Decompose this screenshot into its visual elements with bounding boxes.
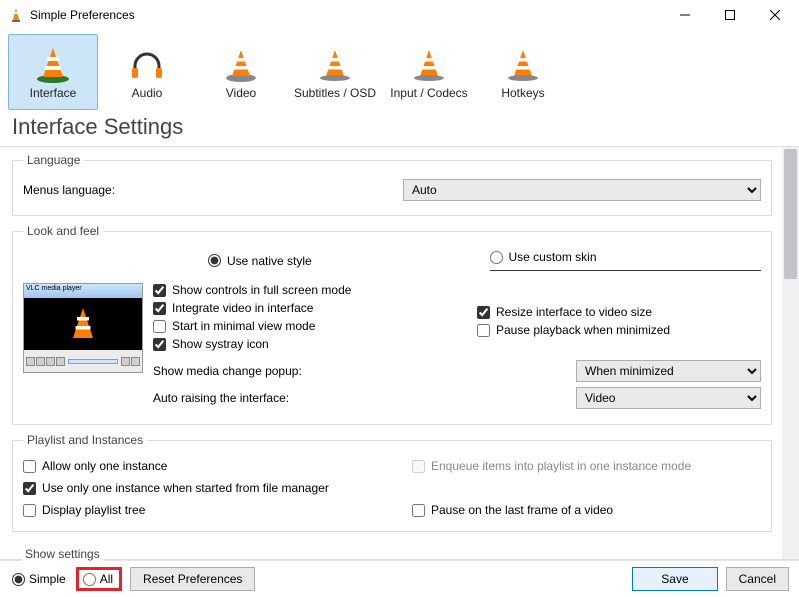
titlebar: Simple Preferences (0, 0, 799, 30)
reset-button[interactable]: Reset Preferences (130, 567, 255, 591)
tab-subtitles[interactable]: Subtitles / OSD (290, 34, 380, 110)
chk-resize[interactable]: Resize interface to video size (477, 305, 761, 319)
close-button[interactable] (752, 1, 797, 29)
save-button[interactable]: Save (632, 567, 717, 591)
auto-raise-select[interactable]: Video (576, 387, 761, 409)
chk-pause-min[interactable]: Pause playback when minimized (477, 323, 761, 337)
auto-raise-label: Auto raising the interface: (153, 391, 576, 405)
media-change-select[interactable]: When minimized (576, 360, 761, 382)
group-playlist: Playlist and Instances Allow only one in… (12, 433, 772, 532)
chk-minimal[interactable]: Start in minimal view mode (153, 319, 437, 333)
page-title: Interface Settings (0, 110, 799, 146)
cone-icon (221, 44, 261, 84)
settings-pane: Language Menus language: Auto Look and f… (0, 147, 782, 559)
tab-interface[interactable]: Interface (8, 34, 98, 110)
cone-icon (33, 44, 73, 84)
tab-label: Hotkeys (501, 86, 544, 100)
chk-enqueue: Enqueue items into playlist in one insta… (412, 459, 761, 473)
menus-language-label: Menus language: (23, 183, 403, 197)
chk-one-instance[interactable]: Allow only one instance (23, 459, 372, 473)
tab-input-codecs[interactable]: Input / Codecs (384, 34, 474, 110)
legend-language: Language (23, 153, 84, 167)
highlight-all: All (76, 567, 122, 591)
cone-icon (503, 44, 543, 84)
menus-language-select[interactable]: Auto (403, 179, 761, 201)
media-change-label: Show media change popup: (153, 364, 576, 378)
vertical-scrollbar[interactable] (782, 147, 799, 559)
show-settings-label: Show settings (22, 547, 103, 561)
radio-native-input[interactable] (208, 254, 221, 267)
legend-playlist: Playlist and Instances (23, 433, 147, 447)
footer: Simple All Reset Preferences Save Cancel (0, 560, 799, 597)
radio-all[interactable]: All (83, 572, 113, 586)
chk-filemgr[interactable]: Use only one instance when started from … (23, 481, 761, 495)
window-title: Simple Preferences (30, 8, 662, 22)
scrollbar-thumb[interactable] (784, 149, 797, 279)
preview-title: VLC media player (24, 284, 142, 298)
preview-body (24, 298, 142, 350)
tab-hotkeys[interactable]: Hotkeys (478, 34, 568, 110)
category-toolbar: Interface Audio Video Subtitles / OSD In… (0, 30, 799, 110)
tab-label: Interface (30, 86, 77, 100)
minimize-button[interactable] (662, 1, 707, 29)
group-language: Language Menus language: Auto (12, 153, 772, 216)
cone-icon (409, 44, 449, 84)
app-icon (8, 7, 24, 23)
tab-audio[interactable]: Audio (102, 34, 192, 110)
headphones-icon (127, 44, 167, 84)
cancel-button[interactable]: Cancel (726, 567, 789, 591)
radio-simple[interactable]: Simple (12, 572, 66, 586)
radio-native[interactable]: Use native style (208, 250, 480, 271)
legend-look: Look and feel (23, 224, 103, 238)
chk-systray[interactable]: Show systray icon (153, 337, 437, 351)
cone-icon (315, 44, 355, 84)
chk-pause-last[interactable]: Pause on the last frame of a video (412, 503, 761, 517)
tab-video[interactable]: Video (196, 34, 286, 110)
skin-preview: VLC media player (23, 283, 143, 373)
chk-tree[interactable]: Display playlist tree (23, 503, 372, 517)
chk-fullscreen[interactable]: Show controls in full screen mode (153, 283, 437, 297)
radio-custom[interactable]: Use custom skin (490, 250, 762, 271)
tab-label: Video (226, 86, 256, 100)
radio-custom-input[interactable] (490, 251, 503, 264)
tab-label: Subtitles / OSD (294, 86, 376, 100)
tab-label: Input / Codecs (390, 86, 467, 100)
group-look-feel: Look and feel Use native style Use custo… (12, 224, 772, 425)
maximize-button[interactable] (707, 1, 752, 29)
chk-integrate[interactable]: Integrate video in interface (153, 301, 437, 315)
tab-label: Audio (132, 86, 163, 100)
